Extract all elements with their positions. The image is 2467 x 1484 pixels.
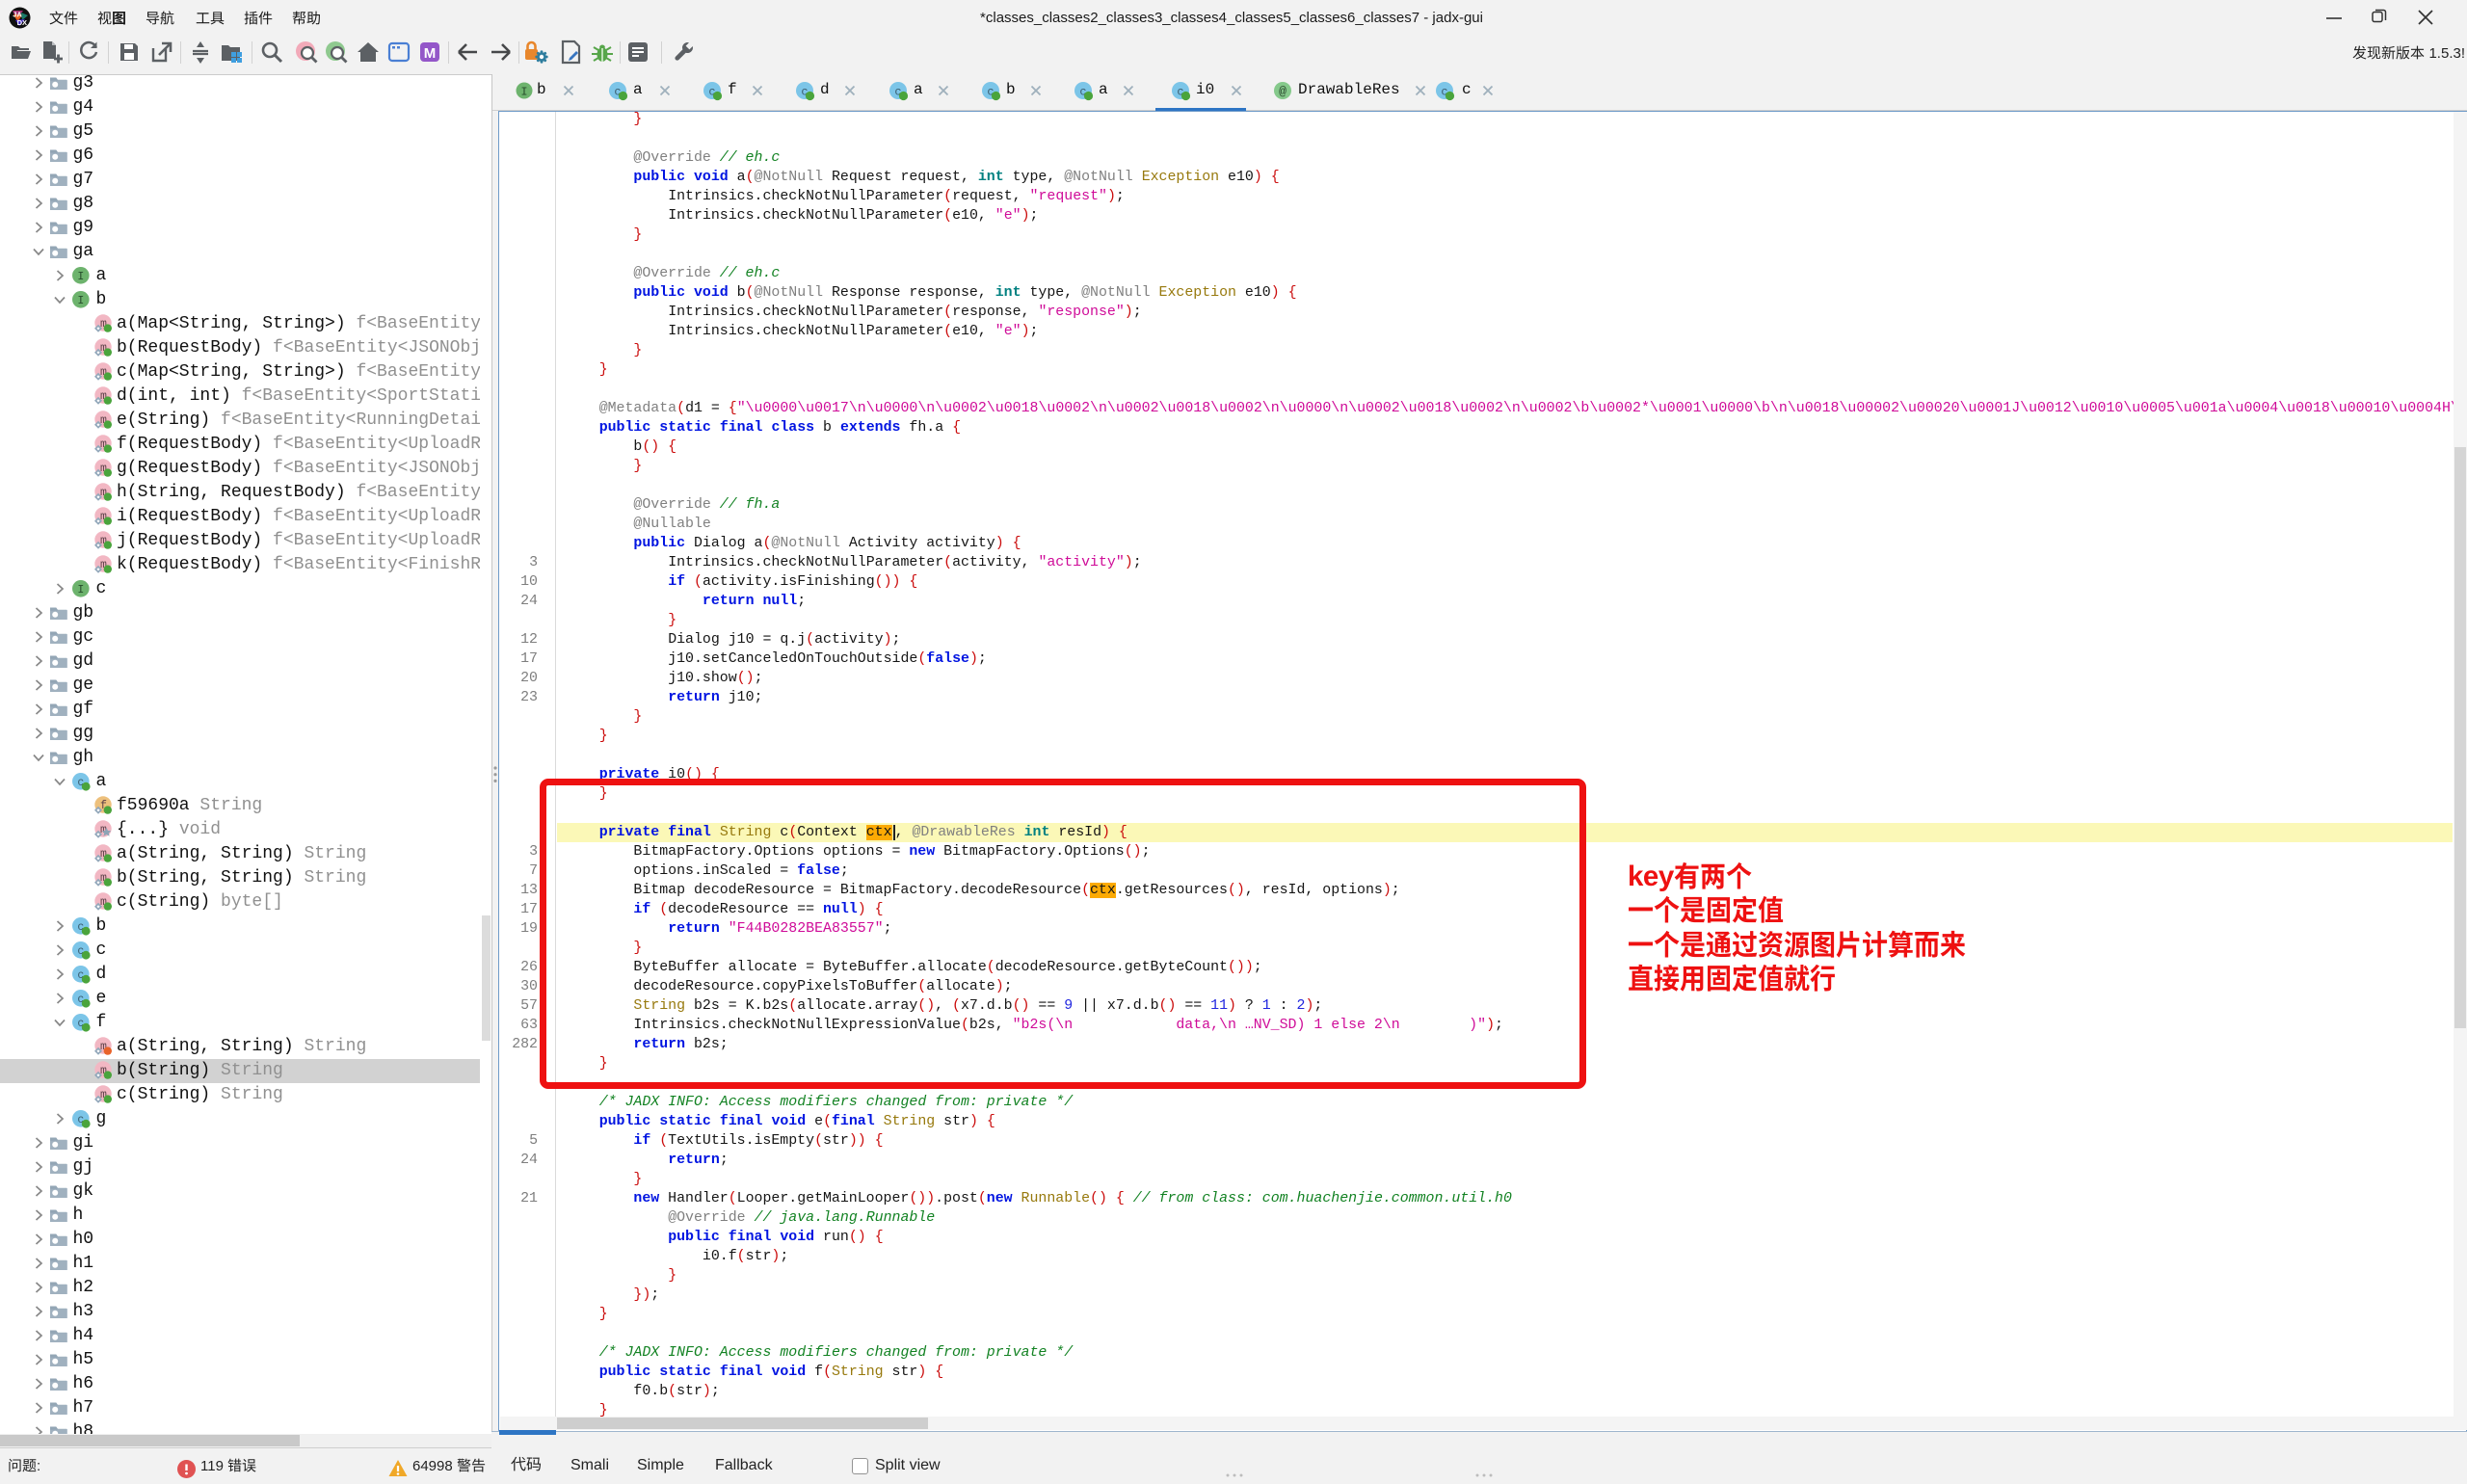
svg-text:I: I — [77, 271, 84, 283]
svg-text:@: @ — [1279, 85, 1287, 99]
svg-text:DX: DX — [17, 18, 27, 27]
svg-text:M: M — [424, 45, 437, 62]
svg-text:I: I — [520, 86, 527, 99]
svg-text:I: I — [77, 584, 84, 596]
svg-text:I: I — [77, 295, 84, 307]
